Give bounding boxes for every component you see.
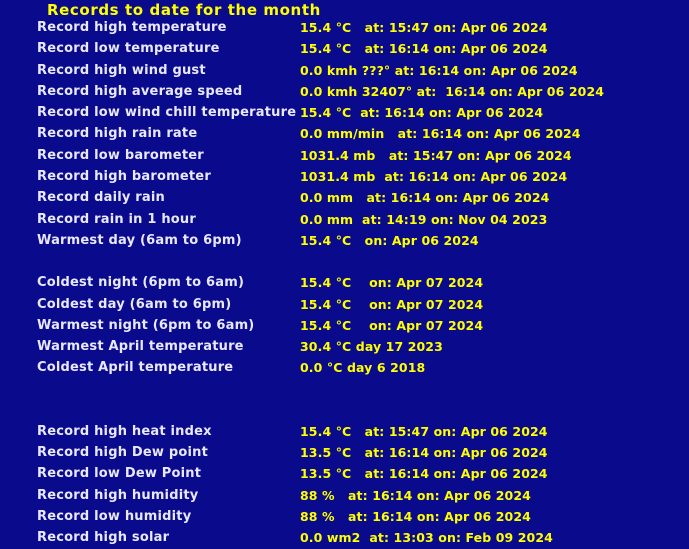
record-row: Record low barometer 1031.4 mb at: 15:47 … [0,145,689,166]
group-separator [0,251,689,272]
record-label: Record high wind gust [37,62,206,78]
record-row: Warmest day (6am to 6pm) 15.4 °C on: Apr … [0,230,689,251]
record-row: Record low humidity 88 % at: 16:14 on: Ap… [0,506,689,527]
record-value: 15.4 °C at: 16:14 on: Apr 06 2024 [300,41,548,57]
record-label: Warmest night (6pm to 6am) [37,317,255,333]
record-value: 15.4 °C on: Apr 07 2024 [300,275,484,291]
record-row: Record high wind gust 0.0 kmh ???° at: 16… [0,60,689,81]
record-value: 15.4 °C at: 16:14 on: Apr 06 2024 [300,105,544,121]
record-value: 1031.4 mb at: 15:47 on: Apr 06 2024 [300,147,572,163]
record-label: Record high average speed [37,83,243,99]
record-value: 0.0 kmh 32407° at: 16:14 on: Apr 06 2024 [300,83,605,99]
record-label: Coldest night (6pm to 6am) [37,275,245,291]
record-label: Record daily rain [37,190,165,206]
record-label: Record high heat index [37,423,212,439]
record-row: Record high barometer 1031.4 mb at: 16:14… [0,166,689,187]
record-label: Record rain in 1 hour [37,211,196,227]
record-row: Record high temperature 15.4 °C at: 15:47… [0,17,689,38]
record-label: Record low temperature [37,41,220,57]
records-list: Record high temperature 15.4 °C at: 15:47… [0,17,689,549]
record-value: 0.0 mm at: 14:19 on: Nov 04 2023 [300,211,548,227]
record-label: Record high barometer [37,169,211,185]
record-row: Coldest April temperature 0.0 °C day 6 20… [0,357,689,378]
record-row: Warmest night (6pm to 6am) 15.4 °C on: Ap… [0,315,689,336]
record-label: Coldest April temperature [37,360,234,376]
record-label: Record low barometer [37,147,204,163]
record-value: 1031.4 mb at: 16:14 on: Apr 06 2024 [300,169,568,185]
record-value: 15.4 °C on: Apr 06 2024 [300,232,479,248]
record-label: Record low Dew Point [37,466,202,482]
record-value: 88 % at: 16:14 on: Apr 06 2024 [300,508,531,524]
record-label: Record low humidity [37,508,192,524]
record-row: Record high heat index 15.4 °C at: 15:47 … [0,421,689,442]
record-value: 0.0 mm at: 16:14 on: Apr 06 2024 [300,190,550,206]
record-label: Record high humidity [37,487,199,503]
record-value: 0.0 kmh ???° at: 16:14 on: Apr 06 2024 [300,62,578,78]
record-row: Coldest night (6pm to 6am) 15.4 °C on: Ap… [0,272,689,293]
record-row: Record high Dew point 13.5 °C at: 16:14 o… [0,442,689,463]
record-value: 15.4 °C at: 15:47 on: Apr 06 2024 [300,423,548,439]
record-value: 15.4 °C on: Apr 07 2024 [300,296,484,312]
record-value: 15.4 °C at: 15:47 on: Apr 06 2024 [300,20,548,35]
record-value: 0.0 wm2 at: 13:03 on: Feb 09 2024 [300,530,553,546]
record-value: 0.0 mm/min at: 16:14 on: Apr 06 2024 [300,126,581,142]
record-label: Record high temperature [37,20,227,35]
record-row: Coldest day (6am to 6pm) 15.4 °C on: Apr … [0,294,689,315]
record-label: Record high Dew point [37,445,209,461]
record-row: Record high solar 0.0 wm2 at: 13:03 on: F… [0,527,689,548]
record-row: Record rain in 1 hour 0.0 mm at: 14:19 on… [0,209,689,230]
record-row: Record low temperature 15.4 °C at: 16:14 … [0,38,689,59]
record-row: Record low Dew Point 13.5 °C at: 16:14 on… [0,463,689,484]
group-separator [0,379,689,400]
record-value: 30.4 °C day 17 2023 [300,339,443,355]
record-row: Record daily rain 0.0 mm at: 16:14 on: Ap… [0,187,689,208]
record-row: Record high rain rate 0.0 mm/min at: 16:1… [0,123,689,144]
record-row: Warmest April temperature 30.4 °C day 17 … [0,336,689,357]
record-value: 15.4 °C on: Apr 07 2024 [300,317,484,333]
group-separator [0,400,689,421]
record-label: Record high solar [37,530,170,546]
record-label: Record high rain rate [37,126,198,142]
records-page: Records to date for the month Record hig… [0,0,689,545]
record-value: 0.0 °C day 6 2018 [300,360,426,376]
record-label: Warmest day (6am to 6pm) [37,232,242,248]
record-value: 13.5 °C at: 16:14 on: Apr 06 2024 [300,445,548,461]
record-label: Warmest April temperature [37,339,244,355]
record-label: Coldest day (6am to 6pm) [37,296,232,312]
record-row: Record high humidity 88 % at: 16:14 on: A… [0,485,689,506]
record-label: Record low wind chill temperature [37,105,297,121]
record-row: Record low wind chill temperature 15.4 °C… [0,102,689,123]
record-row: Record high average speed 0.0 kmh 32407° … [0,81,689,102]
record-value: 88 % at: 16:14 on: Apr 06 2024 [300,487,531,503]
record-value: 13.5 °C at: 16:14 on: Apr 06 2024 [300,466,548,482]
